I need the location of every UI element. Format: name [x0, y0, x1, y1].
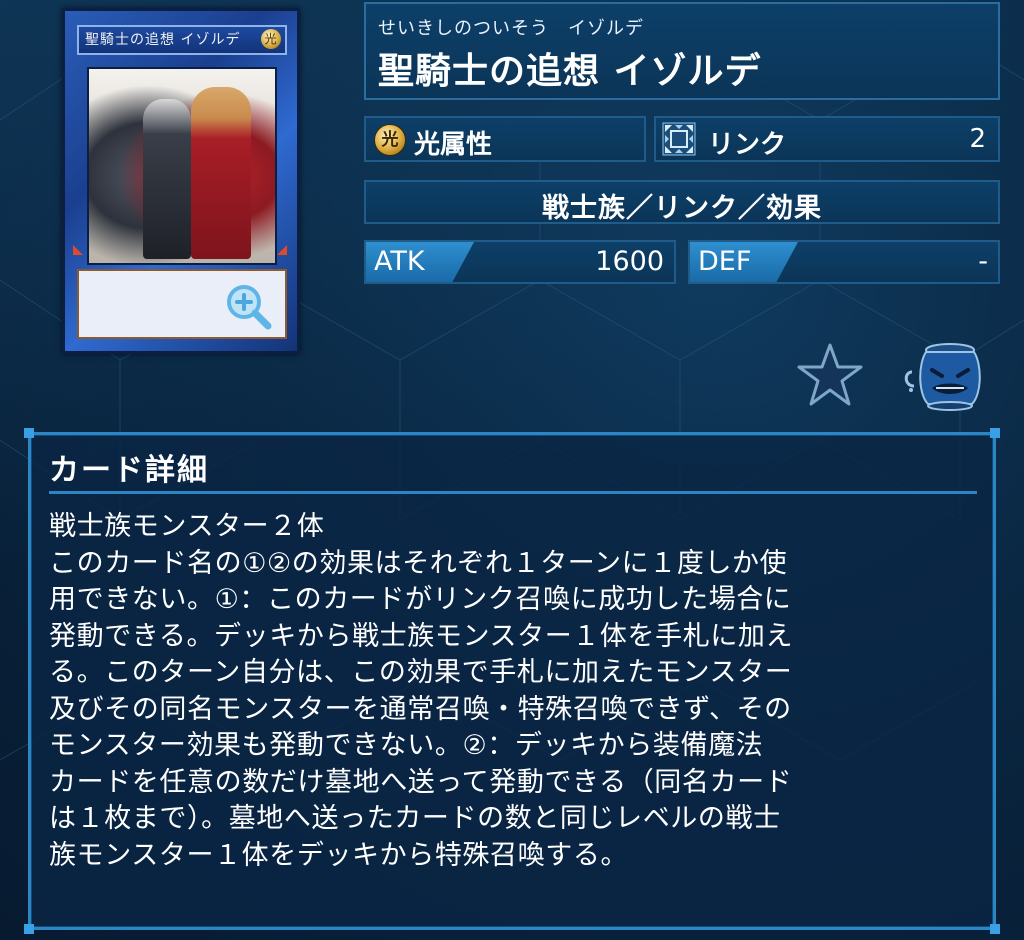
panel-corner	[990, 924, 1000, 934]
effect-line: は１枚まで）。墓地へ送ったカードの数と同じレベルの戦士	[49, 803, 781, 834]
effect-line: 族モンスター１体をデッキから特殊召喚する。	[49, 839, 629, 871]
card-detail-heading: カード詳細	[49, 453, 209, 488]
effect-line: 発動できる。デッキから戦士族モンスター１体を手札に加え	[49, 620, 794, 652]
card-image-attribute-icon: 光	[261, 29, 281, 49]
link-row: リンク 2	[654, 116, 1000, 162]
star-icon[interactable]	[796, 342, 864, 408]
light-attribute-icon: 光	[374, 124, 406, 156]
type-row: 戦士族／リンク／効果	[364, 180, 1000, 224]
effect-line: カードを任意の数だけ墓地へ送って発動できる（同名カード	[49, 766, 793, 798]
atk-label: ATK	[374, 246, 425, 277]
effect-line: このカード名の①②の効果はそれぞれ１ターンに１度しか使	[49, 547, 788, 579]
link-rating: 2	[969, 124, 986, 154]
card-name-title: 聖騎士の追想 イゾルデ	[378, 51, 762, 92]
artwork-figure-dark	[143, 99, 191, 259]
effect-line: モンスター効果も発動できない。②：デッキから装備魔法	[49, 730, 764, 761]
panel-corner	[990, 428, 1000, 438]
link-arrow-bottom-left-icon	[73, 245, 83, 255]
pot-of-greed-icon[interactable]	[904, 342, 986, 412]
card-type-line: 戦士族／リンク／効果	[542, 193, 822, 224]
effect-line: 戦士族モンスター２体	[49, 511, 325, 542]
def-label: DEF	[698, 246, 752, 277]
artwork-figure-red	[191, 87, 251, 259]
card-image-name: 聖騎士の追想 イゾルデ	[85, 32, 241, 48]
atk-value: 1600	[595, 246, 664, 277]
link-label: リンク	[708, 130, 787, 160]
panel-corner	[24, 924, 34, 934]
card-effect-text: 戦士族モンスター２体 このカード名の①②の効果はそれぞれ１ターンに１度しか使 用…	[49, 509, 979, 874]
effect-line: 用できない。①：このカードがリンク召喚に成功した場合に	[49, 584, 792, 615]
attribute-label: 光属性	[414, 130, 493, 160]
card-image-name-bar: 聖騎士の追想 イゾルデ 光	[77, 25, 287, 55]
effect-line: る。このターン自分は、この効果で手札に加えたモンスター	[49, 657, 793, 688]
heading-divider	[49, 491, 977, 494]
effect-line: 及びその同名モンスターを通常召喚・特殊召喚できず、その	[49, 693, 792, 725]
def-row: DEF -	[688, 240, 1000, 284]
zoom-in-icon[interactable]	[222, 280, 274, 332]
panel-corner	[24, 428, 34, 438]
card-name-reading: せいきしのついそう イゾルデ	[378, 18, 644, 39]
card-detail-panel: カード詳細 戦士族モンスター２体 このカード名の①②の効果はそれぞれ１ターンに１…	[24, 428, 1000, 934]
link-marker-icon	[662, 122, 696, 156]
card-artwork	[87, 67, 277, 265]
card-name-header: せいきしのついそう イゾルデ 聖騎士の追想 イゾルデ	[364, 2, 1000, 100]
atk-row: ATK 1600	[364, 240, 676, 284]
attribute-row: 光 光属性	[364, 116, 646, 162]
link-arrow-bottom-right-icon	[277, 245, 287, 255]
def-value: -	[978, 246, 988, 277]
